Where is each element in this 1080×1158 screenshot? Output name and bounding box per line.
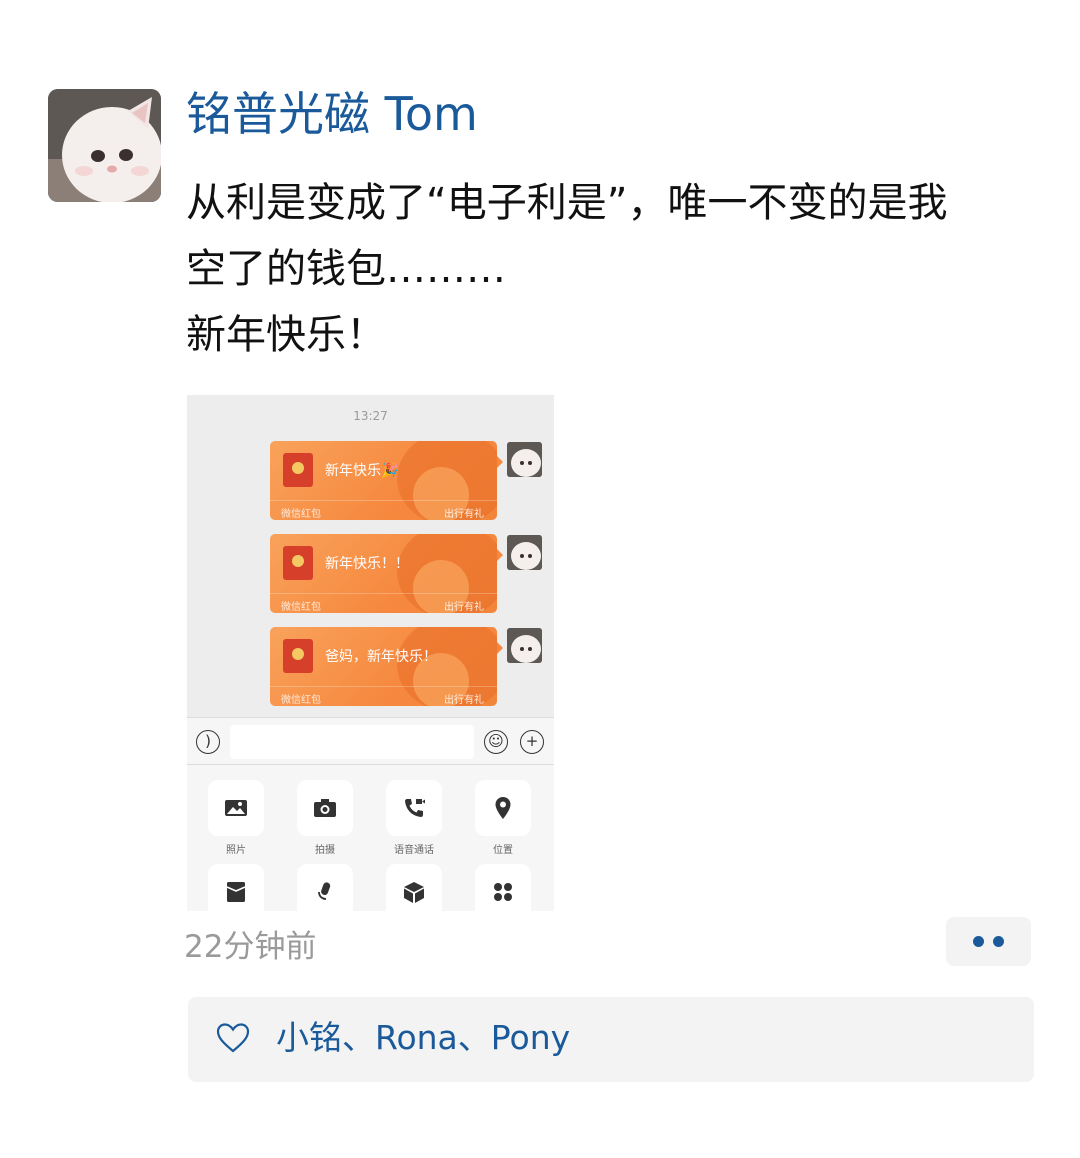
microphone-icon xyxy=(297,864,353,911)
red-packet-label: 微信红包 xyxy=(281,509,321,520)
red-packet-message: 新年快乐！！ xyxy=(325,556,409,572)
red-packet: 新年快乐！！ 微信红包 出行有礼 xyxy=(270,534,497,613)
red-envelope-icon xyxy=(283,546,313,580)
voice-call-icon xyxy=(386,780,442,836)
location-icon xyxy=(475,780,531,836)
red-packet-message: 新年快乐🎉 xyxy=(325,463,399,479)
more-actions-button[interactable] xyxy=(946,917,1031,966)
heart-icon xyxy=(216,1022,250,1058)
emoji-icon: ☺ xyxy=(484,730,508,754)
post-timestamp: 22分钟前 xyxy=(184,929,317,965)
chat-avatar xyxy=(507,628,542,663)
more-dot-icon xyxy=(993,936,1004,947)
red-packet-tag: 出行有礼 xyxy=(444,509,484,520)
post-text-line: 空了的钱包……… xyxy=(186,246,506,292)
chat-input-bar: ) ☺ + xyxy=(187,717,554,765)
likes-panel: 小铭、Rona、Pony xyxy=(188,997,1034,1082)
red-packet-icon xyxy=(208,864,264,911)
red-packet-label: 微信红包 xyxy=(281,695,321,706)
author-name[interactable]: 铭普光磁 Tom xyxy=(186,84,478,144)
tool-label: 拍摄 xyxy=(315,845,335,856)
voice-input-icon: ) xyxy=(196,730,220,754)
chat-input-field xyxy=(230,725,474,759)
plus-icon: + xyxy=(520,730,544,754)
red-packet-tag: 出行有礼 xyxy=(444,695,484,706)
liked-by-names[interactable]: 小铭、Rona、Pony xyxy=(276,1017,570,1059)
red-envelope-icon xyxy=(283,453,313,487)
more-dot-icon xyxy=(973,936,984,947)
red-packet: 新年快乐🎉 微信红包 出行有礼 xyxy=(270,441,497,520)
tool-label: 语音通话 xyxy=(394,845,434,856)
camera-icon xyxy=(297,780,353,836)
photo-icon xyxy=(208,780,264,836)
chat-avatar xyxy=(507,535,542,570)
post-text: 从利是变成了“电子利是”，唯一不变的是我 空了的钱包……… 新年快乐！ xyxy=(186,170,1016,368)
post-text-line: 新年快乐！ xyxy=(186,312,386,358)
red-packet: 爸妈，新年快乐！ 微信红包 出行有礼 xyxy=(270,627,497,706)
red-packet-message: 爸妈，新年快乐！ xyxy=(325,649,437,665)
red-packet-tag: 出行有礼 xyxy=(444,602,484,613)
tool-label: 照片 xyxy=(226,845,246,856)
post-text-line: 从利是变成了“电子利是”，唯一不变的是我 xyxy=(186,180,948,226)
box-icon xyxy=(386,864,442,911)
grid-icon xyxy=(475,864,531,911)
chat-time: 13:27 xyxy=(353,409,388,423)
chat-avatar xyxy=(507,442,542,477)
post-image[interactable]: 13:27 新年快乐🎉 微信红包 出行有礼 新年快乐！！ 微信红包 出行有礼 爸… xyxy=(187,395,554,911)
author-avatar[interactable] xyxy=(48,89,161,202)
chat-tool-panel: 照片 拍摄 语音通话 位置 xyxy=(187,765,554,911)
red-packet-label: 微信红包 xyxy=(281,602,321,613)
tool-label: 位置 xyxy=(493,845,513,856)
red-envelope-icon xyxy=(283,639,313,673)
